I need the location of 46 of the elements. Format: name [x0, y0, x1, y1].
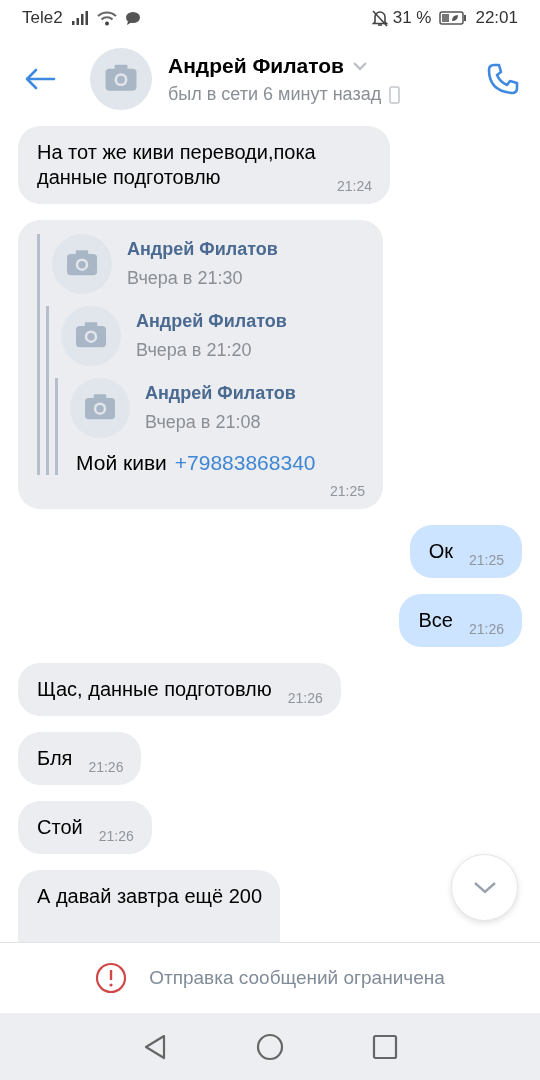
phone-device-icon [389, 85, 401, 104]
message-time: 21:26 [98, 828, 134, 844]
message-text: А давай завтра ещё 200 [37, 884, 262, 909]
message-text: Мой киви [76, 450, 167, 475]
message-time: 21:26 [287, 690, 323, 706]
phone-link[interactable]: +79883868340 [174, 450, 316, 475]
forward-author[interactable]: Андрей Филатов [127, 237, 278, 262]
chevron-down-icon [472, 880, 497, 895]
message-text: Все [418, 608, 453, 633]
muted-bell-icon [370, 9, 389, 27]
call-icon[interactable] [486, 62, 520, 96]
back-icon[interactable] [142, 1032, 168, 1061]
forward-date: Вчера в 21:30 [127, 267, 244, 290]
message-text: Бля [37, 746, 73, 771]
avatar-icon [90, 48, 152, 110]
avatar-icon [70, 378, 130, 438]
restriction-notice: Отправка сообщений ограничена [149, 965, 445, 990]
chat-icon [124, 10, 141, 26]
message-time: 21:25 [468, 552, 504, 568]
forward-author[interactable]: Андрей Филатов [136, 309, 287, 334]
message-time: 21:26 [468, 621, 504, 637]
avatar-icon [52, 234, 112, 294]
forward-author[interactable]: Андрей Филатов [145, 381, 296, 406]
warning-icon [95, 962, 128, 994]
forward-date: Вчера в 21:08 [145, 411, 262, 434]
back-icon[interactable] [24, 67, 56, 91]
message-text: Ок [428, 539, 453, 564]
message-text: Щас, данные подготовлю [37, 677, 272, 702]
battery-icon [439, 10, 468, 26]
clock: 22:01 [475, 7, 518, 30]
battery-percent: 31 % [392, 7, 432, 30]
chevron-down-icon [352, 60, 369, 71]
carrier-name: Tele2 [22, 7, 63, 30]
message-text: На тот же киви переводи,пока данные подготовлю [37, 140, 317, 190]
wifi-icon [96, 10, 117, 26]
message-time: 21:26 [88, 759, 124, 775]
home-icon[interactable] [256, 1032, 284, 1061]
signal-icon [70, 10, 89, 26]
message-text: Стой [37, 815, 83, 840]
last-seen-status: был в сети 6 минут назад [168, 83, 382, 107]
avatar-icon [61, 306, 121, 366]
forward-date: Вчера в 21:20 [136, 339, 253, 362]
recent-apps-icon[interactable] [372, 1033, 398, 1060]
message-time: 21:24 [336, 178, 372, 194]
message-time: 21:25 [329, 483, 365, 499]
contact-name: Андрей Филатов [168, 52, 345, 79]
